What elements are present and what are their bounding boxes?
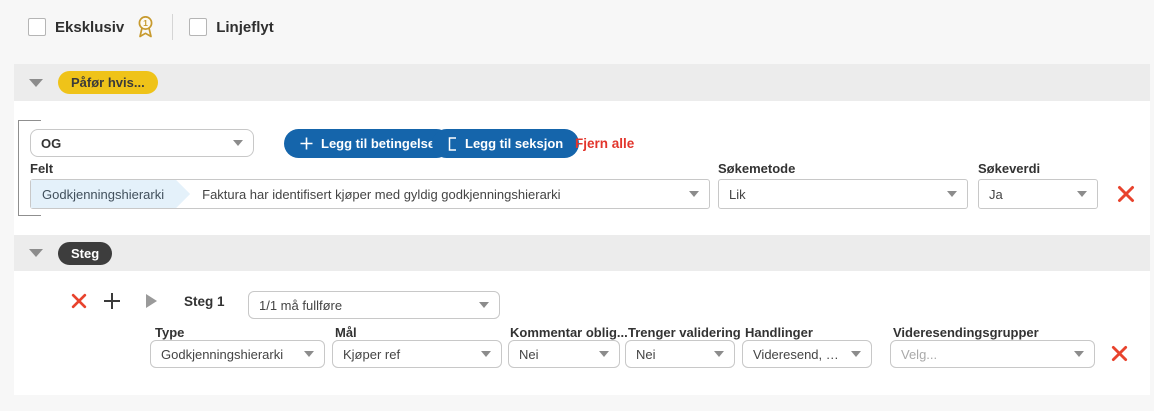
dropdown-caret-icon (481, 351, 491, 357)
dropdown-caret-icon (233, 140, 243, 146)
dropdown-caret-icon (479, 302, 489, 308)
linjeflyt-checkbox[interactable] (189, 18, 207, 36)
dropdown-caret-icon (1074, 351, 1084, 357)
search-method-select[interactable]: Lik (718, 179, 968, 209)
apply-if-badge[interactable]: Påfør hvis... (58, 71, 158, 94)
field-value: Faktura har identifisert kjøper med gyld… (202, 187, 681, 202)
handlinger-value: Videresend, Godkjen... (753, 347, 843, 362)
dropdown-caret-icon (947, 191, 957, 197)
step-section-content: Steg 1 1/1 må fullføre Type Mål Kommenta… (14, 271, 1150, 395)
dropdown-caret-icon (714, 351, 724, 357)
eksklusiv-label: Eksklusiv (55, 19, 124, 36)
step-completion-value: 1/1 må fullføre (259, 298, 471, 313)
delete-condition-x-icon[interactable] (1116, 184, 1136, 204)
maal-label: Mål (335, 325, 357, 340)
videresendingsgrupper-select[interactable]: Velg... (890, 340, 1095, 368)
condition-section-header: Påfør hvis... (14, 64, 1150, 101)
dropdown-caret-icon (851, 351, 861, 357)
bracket-icon (448, 137, 457, 151)
search-value-select[interactable]: Ja (978, 179, 1098, 209)
validering-select[interactable]: Nei (625, 340, 735, 368)
search-value-label: Søkeverdi (978, 161, 1040, 176)
svg-text:1: 1 (143, 18, 148, 28)
condition-section-content: OG Legg til betingelse Legg til seksjon … (14, 101, 1150, 235)
dropdown-caret-icon (689, 191, 699, 197)
search-method-value: Lik (729, 187, 939, 202)
field-tag: Godkjenningshierarki (31, 180, 190, 208)
eksklusiv-checkbox[interactable] (28, 18, 46, 36)
add-step-plus-icon[interactable] (103, 292, 121, 310)
operator-select[interactable]: OG (30, 129, 254, 157)
kommentar-select[interactable]: Nei (508, 340, 620, 368)
maal-select[interactable]: Kjøper ref (332, 340, 502, 368)
collapse-triangle-icon[interactable] (29, 79, 43, 87)
steg-badge[interactable]: Steg (58, 242, 112, 265)
collapse-triangle-icon[interactable] (29, 249, 43, 257)
videresendingsgrupper-label: Videresendingsgrupper (893, 325, 1039, 340)
handlinger-label: Handlinger (745, 325, 813, 340)
validering-value: Nei (636, 347, 706, 362)
toolbar: Eksklusiv 1 Linjeflyt (28, 14, 274, 40)
add-section-label: Legg til seksjon (465, 136, 563, 151)
videresendingsgrupper-value: Velg... (901, 347, 1066, 362)
remove-all-link[interactable]: Fjern alle (575, 136, 634, 151)
validering-label: Trenger validering (628, 325, 741, 340)
search-method-label: Søkemetode (718, 161, 795, 176)
add-condition-label: Legg til betingelse (321, 136, 435, 151)
field-select[interactable]: Godkjenningshierarki Faktura har identif… (30, 179, 710, 209)
delete-step-x-icon[interactable] (70, 292, 88, 310)
kommentar-value: Nei (519, 347, 591, 362)
kommentar-label: Kommentar oblig... (510, 325, 628, 340)
search-value-value: Ja (989, 187, 1069, 202)
step-section-header: Steg (14, 235, 1150, 271)
type-select[interactable]: Godkjenningshierarki (150, 340, 325, 368)
maal-value: Kjøper ref (343, 347, 473, 362)
dropdown-caret-icon (304, 351, 314, 357)
type-label: Type (155, 325, 184, 340)
expand-step-play-icon[interactable] (146, 294, 157, 308)
plus-icon (300, 137, 313, 150)
dropdown-caret-icon (599, 351, 609, 357)
step-completion-select[interactable]: 1/1 må fullføre (248, 291, 500, 319)
medal-1-icon: 1 (135, 15, 156, 39)
toolbar-divider (172, 14, 173, 40)
handlinger-select[interactable]: Videresend, Godkjen... (742, 340, 872, 368)
delete-step-row-x-icon[interactable] (1110, 344, 1129, 363)
type-value: Godkjenningshierarki (161, 347, 296, 362)
linjeflyt-label: Linjeflyt (216, 19, 274, 36)
add-condition-button[interactable]: Legg til betingelse (284, 129, 451, 158)
rule-panel: Påfør hvis... OG Legg til betingelse Leg… (14, 64, 1150, 395)
field-label: Felt (30, 161, 53, 176)
dropdown-caret-icon (1077, 191, 1087, 197)
operator-value: OG (41, 136, 225, 151)
step-name: Steg 1 (184, 294, 225, 309)
add-section-button[interactable]: Legg til seksjon (432, 129, 579, 158)
workflow-rule-editor: Eksklusiv 1 Linjeflyt Påfør hvis... OG (0, 0, 1154, 411)
